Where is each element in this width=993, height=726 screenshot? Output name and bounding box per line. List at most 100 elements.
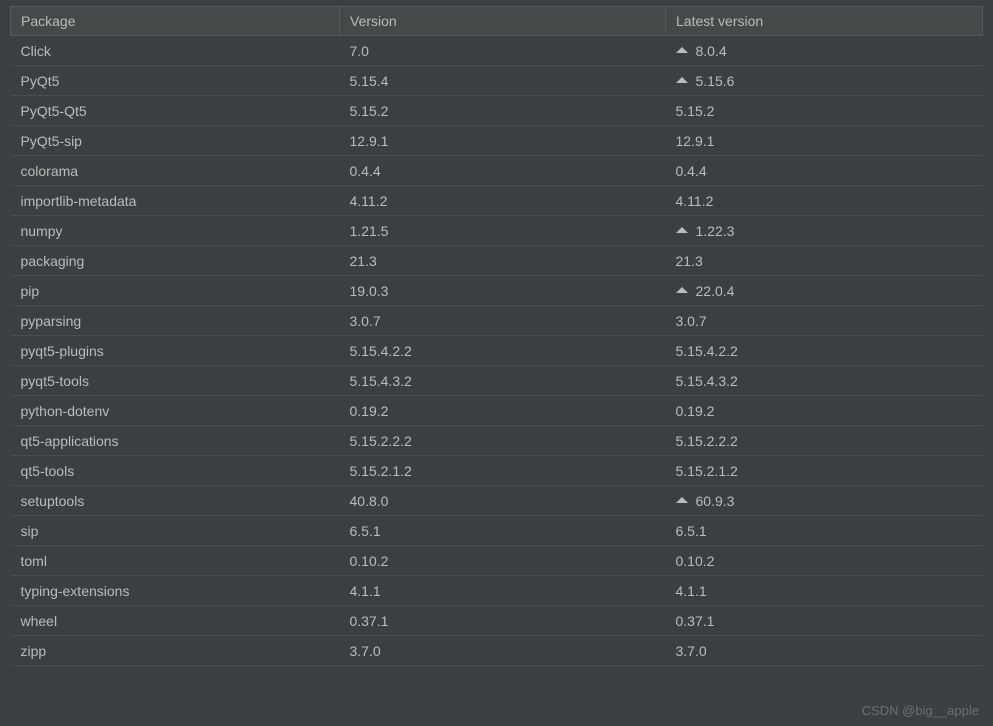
package-version-cell: 5.15.2.2.2 — [340, 426, 666, 456]
package-latest-value: 0.10.2 — [676, 553, 715, 569]
package-latest-value: 8.0.4 — [696, 43, 727, 59]
package-latest-cell: 12.9.1 — [666, 126, 983, 156]
table-row[interactable]: Click7.0 8.0.4 — [11, 36, 983, 66]
package-version-cell: 21.3 — [340, 246, 666, 276]
package-latest-cell: 5.15.4.2.2 — [666, 336, 983, 366]
package-latest-value: 0.4.4 — [676, 163, 707, 179]
package-name-cell: pip — [11, 276, 340, 306]
upgrade-available-icon — [676, 77, 688, 83]
package-latest-cell: 5.15.2 — [666, 96, 983, 126]
package-latest-value: 0.37.1 — [676, 613, 715, 629]
package-name-cell: typing-extensions — [11, 576, 340, 606]
package-latest-cell: 60.9.3 — [666, 486, 983, 516]
package-latest-cell: 8.0.4 — [666, 36, 983, 66]
package-version-cell: 5.15.4.3.2 — [340, 366, 666, 396]
table-row[interactable]: wheel0.37.10.37.1 — [11, 606, 983, 636]
package-latest-value: 0.19.2 — [676, 403, 715, 419]
package-version-cell: 5.15.4 — [340, 66, 666, 96]
table-row[interactable]: setuptools40.8.060.9.3 — [11, 486, 983, 516]
package-version-cell: 3.7.0 — [340, 636, 666, 666]
table-row[interactable]: numpy1.21.51.22.3 — [11, 216, 983, 246]
package-version-cell: 6.5.1 — [340, 516, 666, 546]
packages-table: Package Version Latest version Click7.0 8… — [10, 6, 983, 666]
package-name-cell: pyqt5-tools — [11, 366, 340, 396]
package-latest-value: 5.15.6 — [696, 73, 735, 89]
table-row[interactable]: PyQt5-Qt55.15.25.15.2 — [11, 96, 983, 126]
package-name-cell: Click — [11, 36, 340, 66]
package-latest-cell: 5.15.2.1.2 — [666, 456, 983, 486]
table-row[interactable]: qt5-tools5.15.2.1.25.15.2.1.2 — [11, 456, 983, 486]
package-latest-value: 3.7.0 — [676, 643, 707, 659]
package-latest-value: 12.9.1 — [676, 133, 715, 149]
header-version[interactable]: Version — [340, 7, 666, 36]
package-name-cell: setuptools — [11, 486, 340, 516]
package-name-cell: python-dotenv — [11, 396, 340, 426]
package-name-cell: pyparsing — [11, 306, 340, 336]
package-latest-cell: 4.11.2 — [666, 186, 983, 216]
package-name-cell: importlib-metadata — [11, 186, 340, 216]
table-row[interactable]: typing-extensions4.1.14.1.1 — [11, 576, 983, 606]
table-row[interactable]: toml0.10.20.10.2 — [11, 546, 983, 576]
table-row[interactable]: PyQt55.15.45.15.6 — [11, 66, 983, 96]
package-latest-cell: 3.7.0 — [666, 636, 983, 666]
package-latest-value: 1.22.3 — [696, 223, 735, 239]
table-row[interactable]: sip6.5.16.5.1 — [11, 516, 983, 546]
package-version-cell: 0.19.2 — [340, 396, 666, 426]
package-latest-cell: 0.19.2 — [666, 396, 983, 426]
package-latest-value: 4.11.2 — [676, 193, 714, 209]
package-name-cell: sip — [11, 516, 340, 546]
package-version-cell: 5.15.2.1.2 — [340, 456, 666, 486]
package-latest-value: 6.5.1 — [676, 523, 707, 539]
package-version-cell: 4.1.1 — [340, 576, 666, 606]
package-latest-cell: 5.15.4.3.2 — [666, 366, 983, 396]
package-latest-cell: 21.3 — [666, 246, 983, 276]
package-latest-cell: 5.15.2.2.2 — [666, 426, 983, 456]
package-version-cell: 0.37.1 — [340, 606, 666, 636]
package-latest-cell: 1.22.3 — [666, 216, 983, 246]
package-name-cell: colorama — [11, 156, 340, 186]
package-name-cell: pyqt5-plugins — [11, 336, 340, 366]
table-row[interactable]: zipp3.7.03.7.0 — [11, 636, 983, 666]
package-latest-value: 4.1.1 — [676, 583, 707, 599]
header-package[interactable]: Package — [11, 7, 340, 36]
table-row[interactable]: python-dotenv0.19.20.19.2 — [11, 396, 983, 426]
package-latest-value: 22.0.4 — [696, 283, 735, 299]
package-name-cell: toml — [11, 546, 340, 576]
package-version-cell: 0.10.2 — [340, 546, 666, 576]
package-version-cell: 7.0 — [340, 36, 666, 66]
table-row[interactable]: importlib-metadata4.11.24.11.2 — [11, 186, 983, 216]
package-latest-value: 3.0.7 — [676, 313, 707, 329]
package-name-cell: PyQt5-sip — [11, 126, 340, 156]
package-name-cell: qt5-applications — [11, 426, 340, 456]
package-latest-cell: 0.4.4 — [666, 156, 983, 186]
table-row[interactable]: qt5-applications5.15.2.2.25.15.2.2.2 — [11, 426, 983, 456]
package-latest-value: 5.15.4.3.2 — [676, 373, 738, 389]
upgrade-available-icon — [676, 497, 688, 503]
table-row[interactable]: colorama0.4.40.4.4 — [11, 156, 983, 186]
table-row[interactable]: pyqt5-plugins5.15.4.2.25.15.4.2.2 — [11, 336, 983, 366]
package-name-cell: zipp — [11, 636, 340, 666]
package-name-cell: PyQt5-Qt5 — [11, 96, 340, 126]
package-latest-cell: 5.15.6 — [666, 66, 983, 96]
package-name-cell: qt5-tools — [11, 456, 340, 486]
upgrade-available-icon — [676, 227, 688, 233]
table-header-row: Package Version Latest version — [11, 7, 983, 36]
table-row[interactable]: packaging21.321.3 — [11, 246, 983, 276]
package-version-cell: 3.0.7 — [340, 306, 666, 336]
package-name-cell: numpy — [11, 216, 340, 246]
package-latest-value: 5.15.2.2.2 — [676, 433, 738, 449]
package-version-cell: 19.0.3 — [340, 276, 666, 306]
package-name-cell: packaging — [11, 246, 340, 276]
package-latest-value: 5.15.2.1.2 — [676, 463, 738, 479]
table-row[interactable]: pyparsing3.0.73.0.7 — [11, 306, 983, 336]
package-latest-value: 60.9.3 — [696, 493, 735, 509]
package-latest-cell: 6.5.1 — [666, 516, 983, 546]
table-row[interactable]: pip19.0.3 22.0.4 — [11, 276, 983, 306]
table-row[interactable]: PyQt5-sip12.9.112.9.1 — [11, 126, 983, 156]
table-row[interactable]: pyqt5-tools5.15.4.3.25.15.4.3.2 — [11, 366, 983, 396]
packages-table-container: Package Version Latest version Click7.0 8… — [0, 0, 993, 672]
package-version-cell: 12.9.1 — [340, 126, 666, 156]
upgrade-available-icon — [676, 47, 688, 53]
package-latest-value: 5.15.2 — [676, 103, 715, 119]
header-latest[interactable]: Latest version — [666, 7, 983, 36]
